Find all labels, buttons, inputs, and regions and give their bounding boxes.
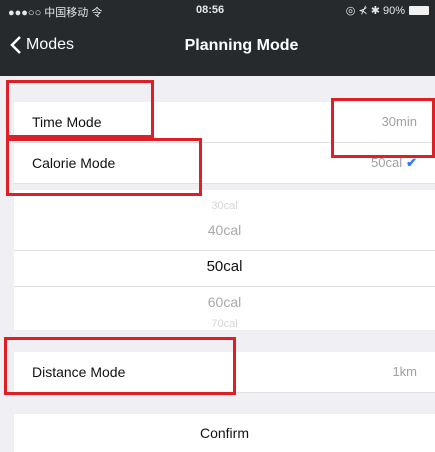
status-indicators: ◎ ⊀ ✱ 90%: [345, 5, 405, 17]
picker-selected-option[interactable]: 50cal: [14, 258, 435, 275]
page-title: Planning Mode: [184, 37, 299, 54]
picker-option[interactable]: 40cal: [14, 222, 435, 238]
highlight-box: [6, 80, 154, 138]
highlight-box: [331, 98, 435, 158]
calorie-picker[interactable]: 30cal 40cal 50cal 60cal 70cal: [14, 190, 435, 330]
status-bar: ●●●○○ 中国移动 令 08:56 ◎ ⊀ ✱ 90%: [0, 0, 435, 22]
picker-option[interactable]: 30cal: [14, 200, 435, 212]
battery-icon: [409, 6, 429, 15]
nav-bar: Modes Planning Mode: [0, 22, 435, 76]
distance-mode-value: 1km: [392, 364, 417, 379]
confirm-button[interactable]: Confirm: [14, 414, 435, 452]
highlight-box: [4, 337, 236, 395]
picker-divider: [14, 250, 435, 251]
status-time: 08:56: [196, 4, 225, 16]
picker-option[interactable]: 70cal: [14, 318, 435, 330]
highlight-box: [6, 138, 202, 196]
carrier-signal: ●●●○○ 中国移动 令: [8, 7, 103, 19]
picker-divider: [14, 286, 435, 287]
picker-option[interactable]: 60cal: [14, 294, 435, 310]
